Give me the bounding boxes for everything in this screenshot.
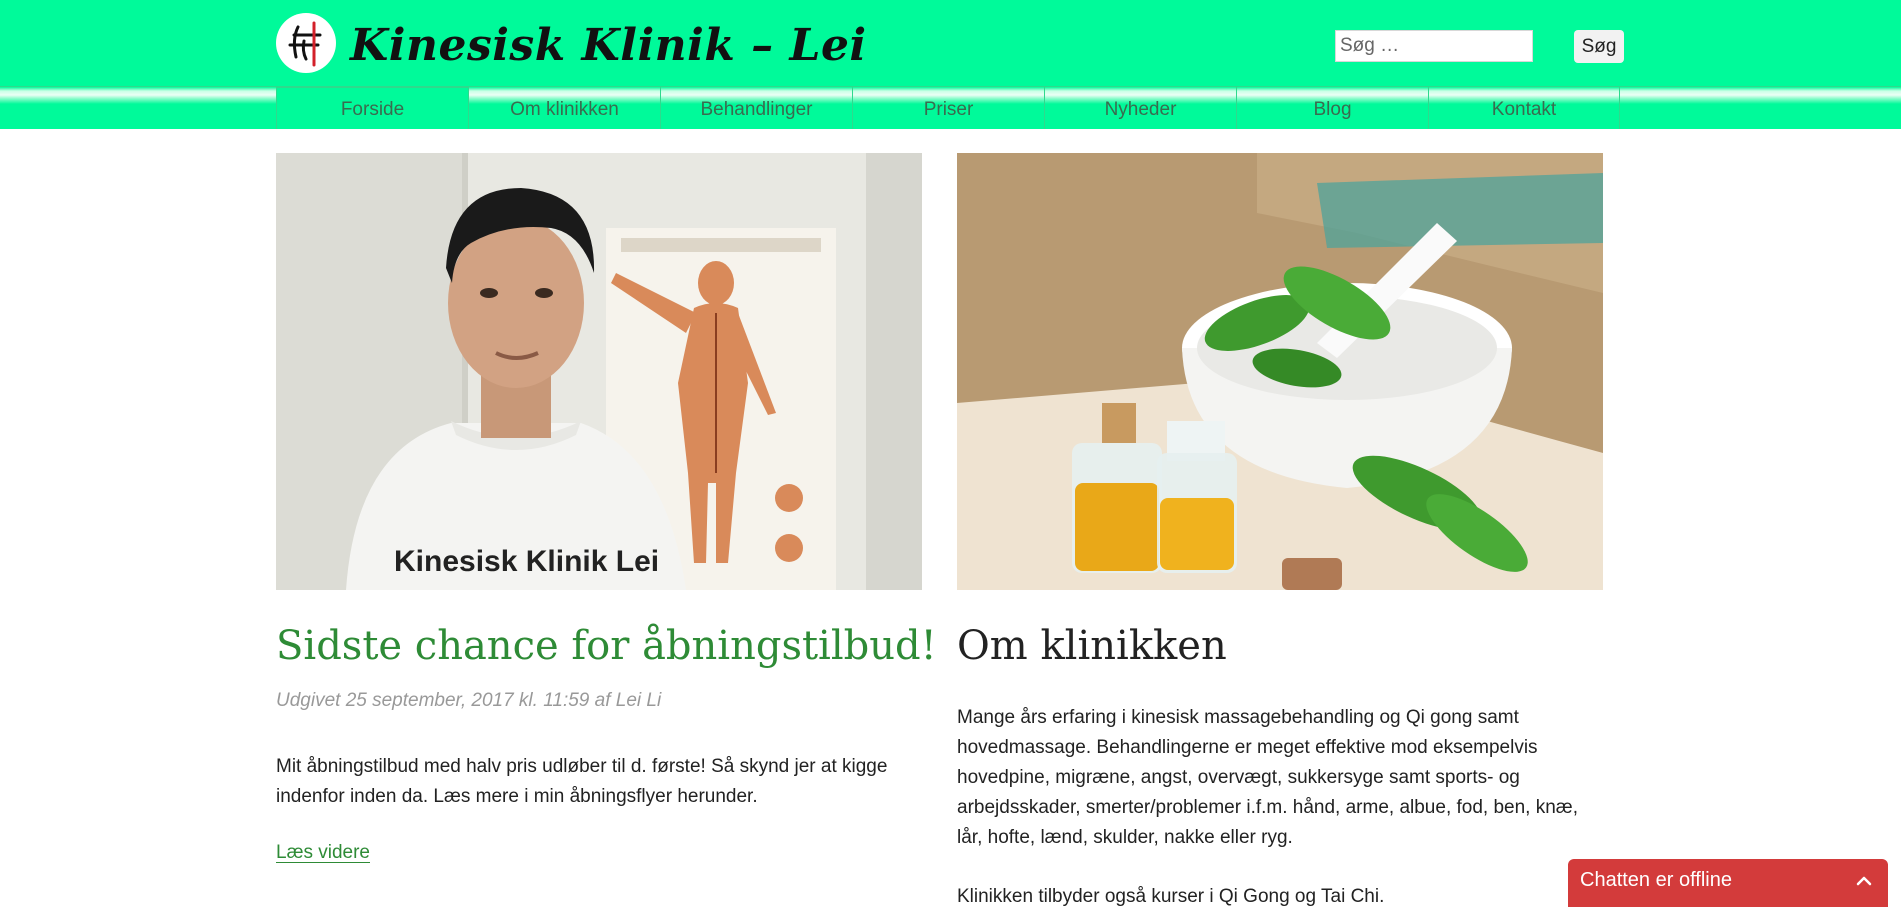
main-navigation: Forside Om klinikken Behandlinger Priser… <box>0 86 1901 129</box>
acupuncture-needle-logo-icon <box>288 21 322 67</box>
nav-item-kontakt[interactable]: Kontakt <box>1428 87 1620 129</box>
post-excerpt: Mit åbningstilbud med halv pris udløber … <box>276 756 888 807</box>
about-title: Om klinikken <box>957 623 1227 669</box>
nav-item-priser[interactable]: Priser <box>852 87 1044 129</box>
chat-widget[interactable]: Chatten er offline <box>1568 859 1888 907</box>
shirt-print-text: Kinesisk Klinik Lei <box>394 545 659 578</box>
post-featured-image[interactable]: Kinesisk Klinik Lei <box>276 153 922 590</box>
site-logo[interactable] <box>276 13 336 73</box>
nav-menu: Forside Om klinikken Behandlinger Priser… <box>276 87 1620 129</box>
about-text: Mange års erfaring i kinesisk massagebeh… <box>957 707 1578 848</box>
search-input[interactable] <box>1335 30 1533 62</box>
nav-item-behandlinger[interactable]: Behandlinger <box>660 87 852 129</box>
chevron-up-icon <box>1856 876 1872 886</box>
site-title[interactable]: Kinesisk Klinik – Lei <box>350 16 867 76</box>
nav-item-blog[interactable]: Blog <box>1236 87 1428 129</box>
nav-item-om-klinikken[interactable]: Om klinikken <box>468 87 660 129</box>
read-more-link[interactable]: Læs videre <box>276 842 370 864</box>
chat-status-label: Chatten er offline <box>1580 869 1732 891</box>
search-button[interactable]: Søg <box>1574 30 1624 63</box>
post-title[interactable]: Sidste chance for åbningstilbud! <box>276 618 937 674</box>
nav-item-nyheder[interactable]: Nyheder <box>1044 87 1236 129</box>
post-meta: Udgivet 25 september, 2017 kl. 11:59 af … <box>276 690 662 711</box>
nav-item-forside[interactable]: Forside <box>276 87 468 129</box>
about-image[interactable] <box>957 153 1603 590</box>
about-text-courses: Klinikken tilbyder også kurser i Qi Gong… <box>957 886 1385 907</box>
